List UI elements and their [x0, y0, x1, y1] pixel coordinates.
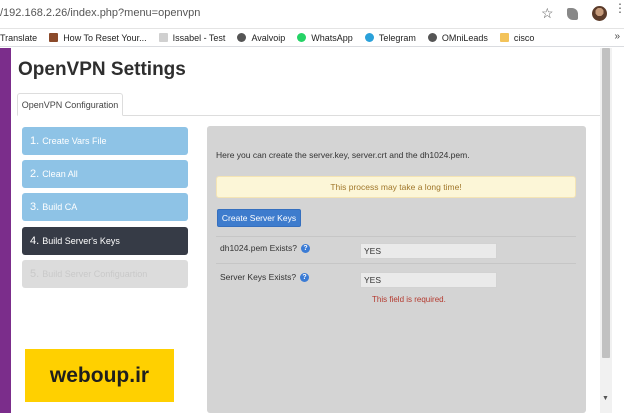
step-build-ca[interactable]: 3. Build CA — [22, 193, 188, 221]
screen: /192.168.2.26/index.php?menu=openvpn ☆ ⋮… — [0, 0, 624, 413]
window-edge — [612, 48, 624, 413]
content-panel — [207, 126, 586, 413]
step-number: 5. — [30, 268, 40, 280]
tab-openvpn-configuration[interactable]: OpenVPN Configuration — [17, 93, 123, 116]
help-icon[interactable]: ? — [301, 243, 311, 253]
step-label: Clean All — [42, 169, 78, 179]
bookmarks-more-icon[interactable]: » — [614, 31, 620, 42]
dh1024-exists-field[interactable]: YES — [360, 243, 497, 259]
watermark-badge: weboup.ir — [25, 349, 174, 402]
step-label: Build Server's Keys — [42, 236, 120, 246]
bookmark-label: Telegram — [378, 32, 416, 43]
bookmark-star-icon[interactable]: ☆ — [541, 5, 554, 22]
warning-alert: This process may take a long time! — [216, 176, 576, 198]
browser-menu-icon[interactable]: ⋮ — [614, 2, 624, 14]
bookmark-translate[interactable]: Translate — [0, 33, 37, 43]
bookmark-label: Translate — [0, 32, 38, 43]
bookmarks-bar: Translate How To Reset Your... Issabel -… — [0, 29, 624, 47]
step-number: 3. — [30, 201, 40, 213]
globe-icon — [237, 33, 247, 42]
bookmark-avalvoip[interactable]: Avalvoip — [237, 33, 285, 43]
bookmark-reset[interactable]: How To Reset Your... — [49, 32, 147, 43]
field-label: Server Keys Exists? — [220, 272, 297, 282]
bookmark-label: cisco — [513, 32, 535, 43]
step-label: Build CA — [42, 202, 78, 212]
server-keys-exists-field[interactable]: YES — [360, 272, 497, 288]
extension-icon[interactable] — [567, 8, 578, 20]
help-icon[interactable]: ? — [300, 272, 310, 282]
bookmark-label: OMniLeads — [441, 32, 488, 43]
step-number: 4. — [30, 235, 40, 247]
server-keys-label: Server Keys Exists? ? — [220, 272, 310, 282]
page-title: OpenVPN Settings — [18, 59, 186, 80]
row-divider — [216, 236, 576, 237]
step-number: 1. — [30, 135, 40, 147]
row-divider — [216, 263, 576, 264]
bookmark-label: How To Reset Your... — [63, 32, 147, 43]
step-create-vars-file[interactable]: 1. Create Vars File — [22, 127, 188, 155]
globe-icon — [427, 33, 437, 42]
field-label: dh1024.pem Exists? — [220, 243, 298, 253]
url-text[interactable]: /192.168.2.26/index.php?menu=openvpn — [0, 7, 200, 19]
grid-icon — [158, 33, 168, 42]
bookmark-issabel[interactable]: Issabel - Test — [158, 32, 226, 43]
scroll-down-arrow-icon[interactable]: ▼ — [602, 395, 609, 402]
left-accent-bar — [0, 48, 11, 413]
bookmark-label: WhatsApp — [311, 32, 353, 43]
bookmark-label: Avalvoip — [251, 32, 286, 43]
step-clean-all[interactable]: 2. Clean All — [22, 160, 188, 188]
step-number: 2. — [30, 168, 40, 180]
folder-icon — [499, 33, 509, 42]
bookmark-cisco[interactable]: cisco — [499, 32, 535, 43]
step-label: Build Server Configuartion — [42, 269, 148, 279]
bookmark-omnileads[interactable]: OMniLeads — [427, 32, 488, 43]
step-build-server-keys[interactable]: 4. Build Server's Keys — [22, 227, 188, 255]
step-build-server-configuration: 5. Build Server Configuartion — [22, 260, 188, 288]
scrollbar-thumb[interactable] — [602, 48, 610, 358]
intro-text: Here you can create the server.key, serv… — [216, 150, 470, 160]
field-error-message: This field is required. — [372, 295, 446, 304]
bookmark-whatsapp[interactable]: WhatsApp — [297, 33, 353, 43]
address-bar: /192.168.2.26/index.php?menu=openvpn ☆ ⋮ — [0, 0, 624, 29]
bookmark-label: Issabel - Test — [172, 32, 226, 43]
dh1024-label: dh1024.pem Exists? ? — [220, 243, 311, 253]
telegram-icon — [364, 33, 374, 42]
site-icon — [49, 33, 59, 42]
bookmark-telegram[interactable]: Telegram — [364, 32, 416, 43]
profile-avatar[interactable] — [592, 6, 607, 21]
step-label: Create Vars File — [42, 136, 107, 146]
create-server-keys-button[interactable]: Create Server Keys — [217, 209, 301, 227]
whatsapp-icon — [297, 33, 307, 42]
